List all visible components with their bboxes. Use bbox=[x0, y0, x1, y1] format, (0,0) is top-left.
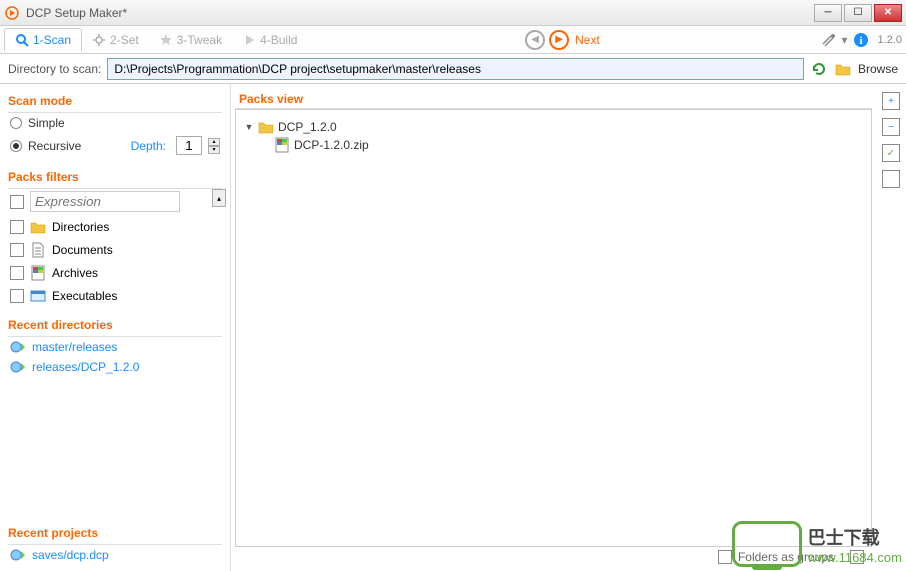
close-button[interactable]: ✕ bbox=[874, 4, 902, 22]
tab-scan-label: 1-Scan bbox=[33, 33, 71, 47]
depth-input[interactable] bbox=[176, 136, 202, 155]
document-icon bbox=[30, 242, 46, 258]
next-button[interactable]: ▶ bbox=[549, 30, 569, 50]
browse-button[interactable]: Browse bbox=[858, 62, 898, 76]
tree-folder-row[interactable]: ▼ DCP_1.2.0 bbox=[244, 118, 863, 136]
checkbox-documents[interactable] bbox=[10, 243, 24, 257]
back-button[interactable]: ◀ bbox=[525, 30, 545, 50]
check-button[interactable]: ✓ bbox=[882, 144, 900, 162]
watermark: 巴士下载 www.11684.com bbox=[732, 521, 902, 567]
radio-simple-label: Simple bbox=[28, 116, 65, 130]
watermark-logo-icon bbox=[732, 521, 802, 567]
main-pane: Packs view ▼ DCP_1.2.0 DCP-1.2.0.zip Fol… bbox=[230, 84, 876, 571]
radio-recursive[interactable] bbox=[10, 140, 22, 152]
archive-icon bbox=[30, 265, 46, 281]
folder-icon bbox=[258, 119, 274, 135]
archive-file-icon bbox=[274, 137, 290, 153]
filter-documents-label: Documents bbox=[52, 243, 113, 257]
filters-title: Packs filters bbox=[8, 166, 222, 189]
filter-directories-label: Directories bbox=[52, 220, 109, 234]
recent-dirs-title: Recent directories bbox=[8, 314, 222, 337]
tab-set-label: 2-Set bbox=[110, 33, 139, 47]
minimize-button[interactable]: ─ bbox=[814, 4, 842, 22]
tree-file-label: DCP-1.2.0.zip bbox=[294, 138, 369, 152]
tab-set[interactable]: 2-Set bbox=[82, 29, 149, 51]
globe-arrow-icon bbox=[10, 339, 26, 355]
folder-icon[interactable] bbox=[834, 60, 852, 78]
globe-arrow-icon bbox=[10, 547, 26, 563]
packs-tree[interactable]: ▼ DCP_1.2.0 DCP-1.2.0.zip bbox=[235, 109, 872, 547]
next-label[interactable]: Next bbox=[575, 33, 600, 47]
checkbox-directories[interactable] bbox=[10, 220, 24, 234]
packs-view-title: Packs view bbox=[235, 90, 872, 109]
checkbox-expression[interactable] bbox=[10, 195, 24, 209]
play-icon bbox=[242, 33, 256, 47]
app-icon bbox=[4, 5, 20, 21]
tab-tweak-label: 3-Tweak bbox=[177, 33, 222, 47]
settings-icon[interactable] bbox=[820, 31, 838, 49]
maximize-button[interactable]: ☐ bbox=[844, 4, 872, 22]
version-label: 1.2.0 bbox=[878, 34, 902, 46]
radio-recursive-label: Recursive bbox=[28, 139, 81, 153]
title-bar: DCP Setup Maker* ─ ☐ ✕ bbox=[0, 0, 906, 26]
directory-bar: Directory to scan: Browse bbox=[0, 54, 906, 84]
expression-input[interactable] bbox=[30, 191, 180, 212]
recent-dir-1[interactable]: releases/DCP_1.2.0 bbox=[32, 360, 139, 374]
checkbox-archives[interactable] bbox=[10, 266, 24, 280]
directory-input[interactable] bbox=[107, 58, 804, 80]
tree-folder-label: DCP_1.2.0 bbox=[278, 120, 337, 134]
star-icon bbox=[159, 33, 173, 47]
filter-archives-label: Archives bbox=[52, 266, 98, 280]
tab-build[interactable]: 4-Build bbox=[232, 29, 307, 51]
gear-icon bbox=[92, 33, 106, 47]
uncheck-button[interactable] bbox=[882, 170, 900, 188]
main-toolbar: 1-Scan 2-Set 3-Tweak 4-Build ◀ ▶ Next ▾ … bbox=[0, 26, 906, 54]
recent-project-0[interactable]: saves/dcp.dcp bbox=[32, 548, 109, 562]
tab-scan[interactable]: 1-Scan bbox=[4, 28, 82, 51]
tab-tweak[interactable]: 3-Tweak bbox=[149, 29, 232, 51]
magnifier-icon bbox=[15, 33, 29, 47]
checkbox-folders-as-groups[interactable] bbox=[718, 550, 732, 564]
radio-simple[interactable] bbox=[10, 117, 22, 129]
scan-mode-title: Scan mode bbox=[8, 90, 222, 113]
info-icon[interactable]: i bbox=[852, 31, 870, 49]
remove-button[interactable]: − bbox=[882, 118, 900, 136]
directory-label: Directory to scan: bbox=[8, 62, 101, 76]
folder-small-icon bbox=[30, 219, 46, 235]
watermark-cn: 巴士下载 bbox=[808, 524, 880, 550]
depth-up[interactable]: ▴ bbox=[208, 138, 220, 146]
watermark-url: www.11684.com bbox=[808, 550, 902, 565]
sidebar: Scan mode Simple Recursive Depth: ▴ ▾ Pa… bbox=[0, 84, 230, 571]
depth-down[interactable]: ▾ bbox=[208, 146, 220, 154]
checkbox-executables[interactable] bbox=[10, 289, 24, 303]
executable-icon bbox=[30, 288, 46, 304]
window-title: DCP Setup Maker* bbox=[26, 6, 814, 20]
filter-executables-label: Executables bbox=[52, 289, 117, 303]
recent-dir-0[interactable]: master/releases bbox=[32, 340, 117, 354]
tree-file-row[interactable]: DCP-1.2.0.zip bbox=[274, 136, 863, 154]
depth-label: Depth: bbox=[131, 139, 166, 153]
tree-toggle-icon[interactable]: ▼ bbox=[244, 122, 254, 132]
window-controls: ─ ☐ ✕ bbox=[814, 4, 902, 22]
refresh-icon[interactable] bbox=[810, 60, 828, 78]
right-toolbar: + − ✓ bbox=[876, 84, 906, 571]
svg-text:i: i bbox=[859, 35, 862, 47]
filter-scroll-up[interactable]: ▴ bbox=[212, 189, 226, 207]
globe-arrow-icon bbox=[10, 359, 26, 375]
add-button[interactable]: + bbox=[882, 92, 900, 110]
tab-build-label: 4-Build bbox=[260, 33, 297, 47]
recent-projects-title: Recent projects bbox=[8, 522, 222, 545]
